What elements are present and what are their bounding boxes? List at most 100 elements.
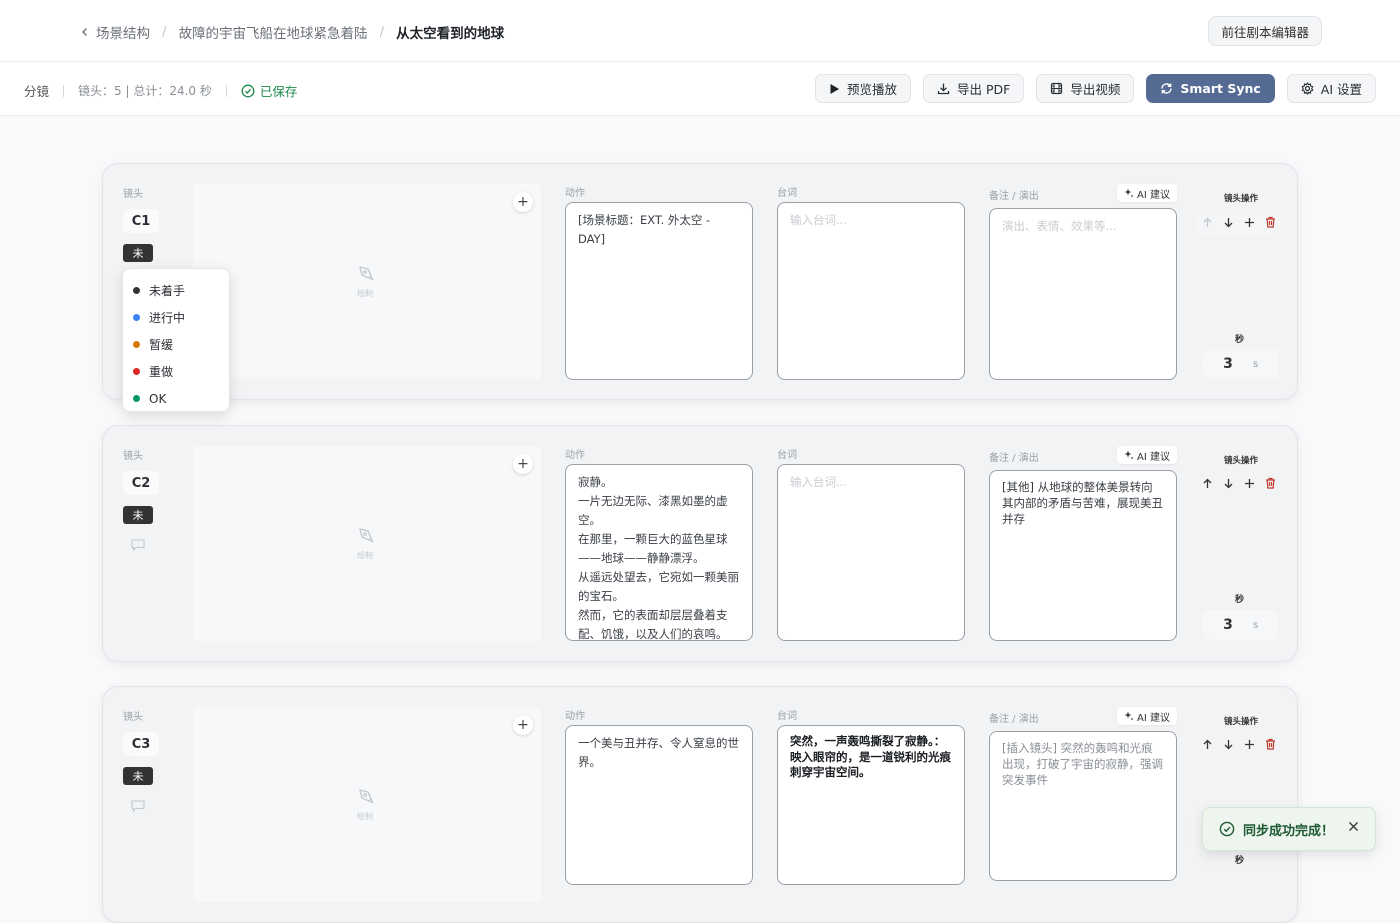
chevron-left-icon — [82, 28, 87, 36]
comment-icon[interactable] — [131, 797, 145, 816]
status-option-redo[interactable]: 重做 — [123, 358, 229, 385]
drawing-area[interactable]: + 绘制 — [193, 184, 541, 379]
shot-ops — [1197, 209, 1281, 235]
action-field[interactable]: 一个美与丑并存、令人窒息的世界。 — [565, 725, 753, 885]
dialogue-label: 台词 — [777, 711, 797, 722]
export-video-button[interactable]: 导出视频 — [1036, 74, 1135, 103]
notes-field[interactable]: [插入镜头] 突然的轰鸣和光痕出现，打破了宇宙的寂静，强调突发事件 — [989, 731, 1177, 881]
delete-shot-button[interactable] — [1265, 477, 1276, 489]
notes-label: 备注 / 演出 — [989, 714, 1039, 725]
toast-close-button[interactable] — [1348, 821, 1359, 836]
move-down-button[interactable] — [1223, 478, 1234, 489]
notes-field[interactable]: 演出、表情、效果等... — [989, 208, 1177, 380]
arrow-down-icon — [1224, 478, 1233, 488]
status-dot — [133, 287, 140, 294]
breadcrumb-separator: / — [379, 24, 385, 40]
dialogue-field[interactable]: 输入台词... — [777, 464, 965, 641]
action-label: 动作 — [565, 450, 585, 461]
action-field[interactable]: [场景标题：EXT. 外太空 - DAY] — [565, 202, 753, 380]
dialogue-label: 台词 — [777, 450, 797, 461]
export-pdf-button[interactable]: 导出 PDF — [923, 74, 1025, 103]
sparkle-icon — [1124, 450, 1134, 460]
add-shot-button[interactable] — [1244, 478, 1255, 489]
shot-ops — [1197, 470, 1281, 496]
saved-status: 已保存 — [241, 81, 298, 100]
duration-unit: s — [1253, 619, 1259, 631]
trash-icon — [1266, 216, 1275, 228]
delete-shot-button[interactable] — [1265, 738, 1276, 750]
play-icon — [830, 83, 839, 94]
breadcrumb-item-scene-structure: 场景结构 — [96, 26, 150, 42]
drawing-area[interactable]: + 绘制 — [193, 707, 541, 902]
dialogue-field[interactable]: 输入台词... — [777, 202, 965, 380]
draw-label: 绘制 — [357, 289, 373, 298]
seconds-label: 秒 — [1235, 595, 1245, 605]
duration-value: 3 — [1223, 356, 1233, 372]
action-field[interactable]: 寂静。 一片无边无际、漆黑如墨的虚空。 在那里，一颗巨大的蓝色星球——地球——静… — [565, 464, 753, 641]
status-option-label: 重做 — [149, 365, 174, 379]
status-dropdown-trigger[interactable]: 未 — [123, 506, 153, 524]
status-dot — [133, 314, 140, 321]
drawing-area[interactable]: + 绘制 — [193, 446, 541, 641]
sparkle-icon — [1124, 711, 1134, 721]
shot-ops-label: 镜头操作 — [1224, 717, 1259, 727]
notes-field[interactable]: [其他] 从地球的整体美景转向其内部的矛盾与苦难，展现美丑并存 — [989, 470, 1177, 641]
duration-input[interactable]: 3 s — [1203, 610, 1279, 640]
smart-sync-button[interactable]: Smart Sync — [1146, 74, 1275, 103]
ai-suggest-button[interactable]: AI 建议 — [1117, 184, 1177, 202]
breadcrumb-separator: / — [162, 24, 167, 40]
ai-settings-button[interactable]: AI 设置 — [1286, 74, 1376, 103]
move-down-button[interactable] — [1223, 739, 1234, 750]
delete-shot-button[interactable] — [1265, 216, 1276, 228]
ai-suggest-label: AI 建议 — [1137, 451, 1170, 463]
status-option-label: OK — [149, 391, 167, 406]
ai-suggest-label: AI 建议 — [1137, 189, 1170, 201]
add-image-button[interactable]: + — [513, 192, 533, 212]
status-dropdown-trigger[interactable]: 未 — [123, 767, 153, 785]
shot-stats: 镜头：5 | 总计：24.0 秒 — [78, 84, 212, 98]
move-up-button[interactable] — [1202, 739, 1213, 750]
breadcrumb-back-link[interactable]: 场景结构 — [80, 22, 150, 42]
smart-sync-label: Smart Sync — [1180, 81, 1261, 96]
shot-card: 镜头 C2 未 + 绘制 动作 寂静。 一片无边无际、漆黑如墨的虚空。 在那里，… — [102, 425, 1298, 662]
status-option-not-started[interactable]: 未着手 — [123, 277, 229, 304]
shot-label: 镜头 — [123, 189, 143, 200]
plus-icon — [1245, 739, 1254, 749]
shot-code: C2 — [123, 471, 159, 495]
move-down-button[interactable] — [1223, 217, 1234, 228]
add-shot-button[interactable] — [1244, 217, 1255, 228]
dialogue-field[interactable]: 突然，一声轰鸣撕裂了寂静。：映入眼帘的，是一道锐利的光痕刺穿宇宙空间。 — [777, 725, 965, 885]
status-dropdown-trigger[interactable]: 未 — [123, 244, 153, 262]
move-up-button[interactable] — [1202, 217, 1213, 228]
toolbar: 分镜 镜头：5 | 总计：24.0 秒 已保存 预览播放 导出 PDF 导出视频… — [0, 62, 1400, 116]
ai-suggest-button[interactable]: AI 建议 — [1117, 707, 1177, 725]
status-option-ok[interactable]: OK — [123, 385, 229, 412]
add-image-button[interactable]: + — [513, 454, 533, 474]
breadcrumb-item-scene[interactable]: 故障的宇宙飞船在地球紧急着陆 — [179, 22, 368, 42]
duration-input[interactable]: 3 s — [1203, 349, 1279, 379]
add-shot-button[interactable] — [1244, 739, 1255, 750]
saved-label: 已保存 — [259, 84, 298, 99]
dialogue-label: 台词 — [777, 188, 797, 199]
go-to-script-editor-button[interactable]: 前往剧本编辑器 — [1208, 16, 1322, 46]
preview-play-label: 预览播放 — [847, 82, 898, 97]
status-option-on-hold[interactable]: 暂缓 — [123, 331, 229, 358]
action-label: 动作 — [565, 188, 585, 199]
status-option-label: 进行中 — [149, 311, 186, 325]
export-pdf-label: 导出 PDF — [957, 82, 1011, 97]
duration-unit: s — [1253, 358, 1259, 370]
comment-icon[interactable] — [131, 536, 145, 555]
divider — [225, 84, 227, 97]
arrow-down-icon — [1224, 739, 1233, 749]
preview-play-button[interactable]: 预览播放 — [815, 74, 912, 103]
move-up-button[interactable] — [1202, 478, 1213, 489]
status-option-in-progress[interactable]: 进行中 — [123, 304, 229, 331]
add-image-button[interactable]: + — [513, 715, 533, 735]
shot-ops-label: 镜头操作 — [1224, 456, 1259, 466]
status-dot — [133, 341, 140, 348]
breadcrumb: 场景结构 / 故障的宇宙飞船在地球紧急着陆 / 从太空看到的地球 — [80, 22, 504, 42]
ai-suggest-button[interactable]: AI 建议 — [1117, 446, 1177, 464]
section-label: 分镜 — [24, 84, 50, 99]
film-icon — [1051, 82, 1063, 95]
plus-icon — [1245, 478, 1254, 488]
